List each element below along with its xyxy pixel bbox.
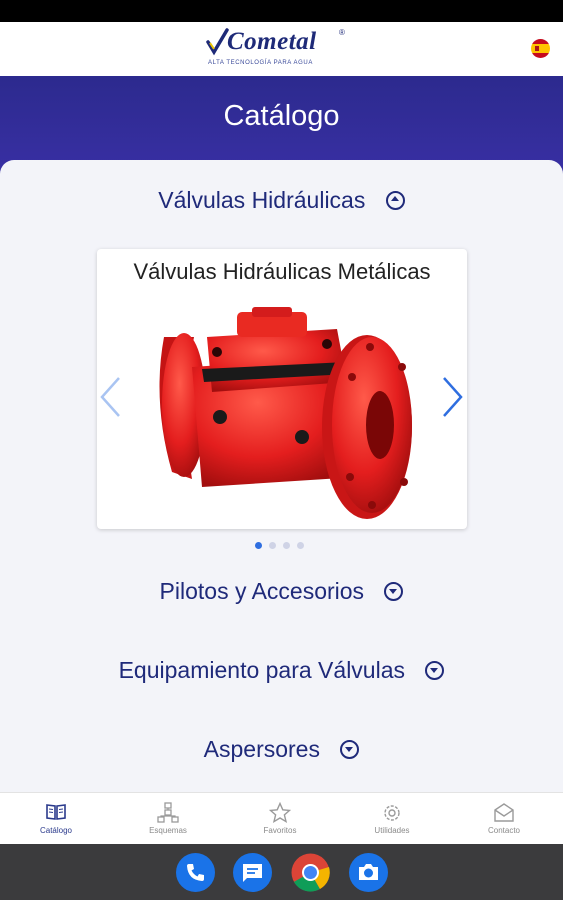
chevron-down-icon[interactable] [340,740,360,760]
brand-name: Cometal [227,28,317,55]
spain-flag-icon[interactable] [531,39,550,58]
section-label: Equipamiento para Válvulas [118,657,405,684]
cometal-logo: Cometal ® ALTA TECNOLOGÍA PARA AGUA [205,26,355,72]
section-equipamiento-valvulas[interactable]: Equipamiento para Válvulas [0,656,563,684]
diagram-icon [157,802,179,823]
nav-label: Catálogo [39,826,73,835]
section-aspersores[interactable]: Aspersores [0,735,563,763]
carousel-dot[interactable] [283,542,290,549]
nav-label: Utilidades [374,826,410,835]
carousel-dot[interactable] [269,542,276,549]
section-label: Pilotos y Accesorios [159,578,365,605]
product-card[interactable]: Válvulas Hidráulicas Metálicas [97,249,467,529]
mail-icon [494,803,514,822]
star-icon [269,802,291,824]
status-bar [0,0,563,22]
valve-image [159,307,412,519]
carousel-next-arrow[interactable] [440,375,466,419]
brand-tagline: ALTA TECNOLOGÍA PARA AGUA [208,60,313,66]
nav-contacto[interactable]: Contacto [448,793,560,845]
android-dock [0,844,563,900]
section-pilotos-accesorios[interactable]: Pilotos y Accesorios [0,577,563,605]
carousel-prev-arrow[interactable] [97,375,123,419]
camera-icon[interactable] [349,853,388,892]
chevron-down-icon[interactable] [425,661,445,681]
chevron-down-icon[interactable] [384,582,404,602]
registered-mark: ® [339,28,345,37]
page-title: Catálogo [223,100,340,132]
catalog-content: Válvulas Hidráulicas Válvulas Hidráulica… [0,160,563,792]
section-label: Aspersores [203,736,320,763]
nav-label: Contacto [487,826,521,835]
nav-label: Esquemas [149,826,187,835]
nav-esquemas[interactable]: Esquemas [112,793,224,845]
nav-utilidades[interactable]: Utilidades [336,793,448,845]
carousel-dot[interactable] [255,542,262,549]
carousel-dot[interactable] [297,542,304,549]
section-label: Válvulas Hidráulicas [158,187,366,214]
product-title: Válvulas Hidráulicas Metálicas [133,259,431,284]
gear-icon [384,805,400,821]
carousel-pagination [255,542,304,550]
section-valvulas-hidraulicas[interactable]: Válvulas Hidráulicas [0,186,563,214]
phone-icon[interactable] [176,853,215,892]
book-icon [46,804,66,820]
chrome-icon[interactable] [291,853,330,892]
bottom-navigation: Catálogo Esquemas Favoritos Utilidades C… [0,792,563,844]
nav-catalogo[interactable]: Catálogo [0,793,112,845]
nav-favoritos[interactable]: Favoritos [224,793,336,845]
messages-icon[interactable] [233,853,272,892]
nav-label: Favoritos [263,826,297,835]
app-header: Cometal ® ALTA TECNOLOGÍA PARA AGUA [0,22,563,76]
chevron-up-icon[interactable] [385,191,405,211]
